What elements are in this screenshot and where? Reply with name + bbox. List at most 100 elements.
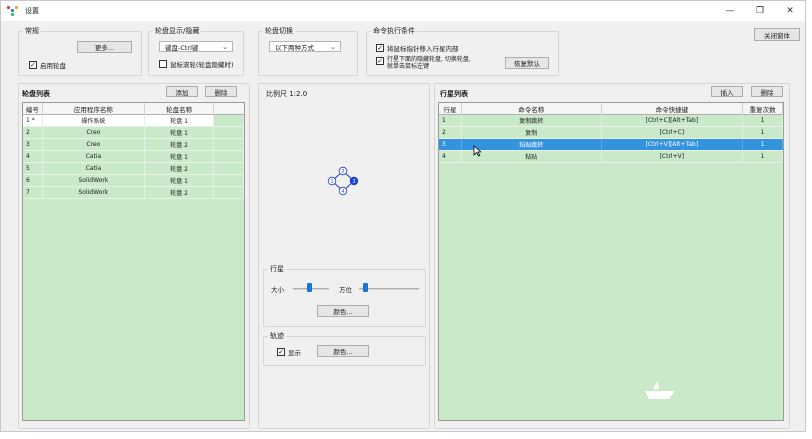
table-row[interactable]: 2 复制 [Ctrl+C] 1 — [439, 127, 783, 139]
table-row[interactable]: 4 粘贴 [Ctrl+V] 1 — [439, 151, 783, 163]
cell-repeat[interactable]: 1 — [743, 151, 783, 162]
insert-planet-button[interactable]: 插入 — [711, 86, 743, 97]
planet-group-label: 行星 — [268, 265, 286, 274]
planet-color-button[interactable]: 颜色... — [317, 305, 369, 317]
cell-shortcut[interactable]: [Ctrl+C] — [602, 127, 744, 138]
cell-app-name[interactable]: SolidWork — [43, 175, 145, 186]
planet-list-header: 行星 命令名称 命令快捷键 重复次数 — [439, 103, 783, 115]
wheel-switch-combo[interactable]: 以下两种方式 ⌄ — [269, 41, 341, 52]
chevron-down-icon: ⌄ — [330, 43, 336, 51]
mouse-wheel-check-box[interactable] — [159, 60, 167, 68]
cell-wheel-name[interactable]: 轮盘 1 — [145, 115, 215, 126]
pointer-inside-checkbox[interactable]: ✓ 将鼠标指针移入行星内部 — [376, 43, 459, 53]
cell-wheel-name[interactable]: 轮盘 2 — [145, 187, 215, 198]
column-header-spacer — [214, 103, 244, 115]
column-header-planet[interactable]: 行星 — [439, 103, 462, 115]
cell-app-name[interactable]: 操作系统 — [43, 115, 145, 126]
cell-wheel-name[interactable]: 轮盘 2 — [145, 163, 215, 174]
cell-planet-no[interactable]: 2 — [439, 127, 462, 138]
planet-node-2-label: 2 — [342, 169, 345, 175]
trail-show-checkbox[interactable]: ✓ 显示 — [277, 347, 301, 357]
cell-command-name[interactable]: 粘贴 — [462, 151, 602, 162]
cell-shortcut[interactable]: [Ctrl+C][Alt+Tab] — [602, 115, 744, 126]
cell-no[interactable]: 2 — [23, 127, 43, 138]
trail-group-label: 轨迹 — [268, 332, 286, 341]
azimuth-slider-track[interactable] — [359, 288, 419, 290]
column-header-no[interactable]: 编号 — [23, 103, 43, 115]
planet-list-grid: 行星 命令名称 命令快捷键 重复次数 1 复制跳转 [Ctrl+C][Alt+Tab… — [438, 102, 784, 421]
delete-planet-button[interactable]: 删除 — [751, 86, 783, 97]
wheel-list-title: 轮盘列表 — [22, 90, 50, 98]
cell-app-name[interactable]: SolidWork — [43, 187, 145, 198]
chevron-down-icon: ⌄ — [222, 43, 228, 51]
cell-shortcut[interactable]: [Ctrl+V][Alt+Tab] — [602, 139, 744, 150]
cell-no[interactable]: 5 — [23, 163, 43, 174]
planet-node-4-label: 4 — [342, 189, 345, 195]
cell-planet-no[interactable]: 4 — [439, 151, 462, 162]
cell-wheel-name[interactable]: 轮盘 1 — [145, 127, 215, 138]
trail-color-button[interactable]: 颜色... — [317, 345, 369, 357]
wheel-show-hide-combo[interactable]: 键盘-Ctrl键 ⌄ — [159, 41, 233, 52]
wheel-show-hide-group: 轮盘显示/隐藏 — [148, 27, 244, 76]
minimize-button[interactable]: — — [715, 1, 745, 21]
cell-app-name[interactable]: Catia — [43, 151, 145, 162]
cell-no[interactable]: 4 — [23, 151, 43, 162]
table-row[interactable]: 1 * 操作系统 轮盘 1 — [23, 115, 244, 127]
planet-group: 行星 — [263, 265, 426, 327]
table-row[interactable]: 3 粘贴跳转 [Ctrl+V][Alt+Tab] 1 — [439, 139, 783, 151]
column-header-repeat[interactable]: 重复次数 — [743, 103, 783, 115]
cell-planet-no[interactable]: 1 — [439, 115, 462, 126]
reset-default-button[interactable]: 恢复默认 — [505, 57, 549, 69]
left-click-check-box[interactable]: ✓ — [376, 57, 384, 65]
cell-shortcut[interactable]: [Ctrl+V] — [602, 151, 744, 162]
azimuth-slider-thumb[interactable] — [363, 283, 368, 292]
left-click-checkbox[interactable]: ✓ 行星下面的隐藏轮盘, 切换轮盘, 就单击鼠标左键 — [376, 56, 471, 70]
table-row[interactable]: 2 Creo 轮盘 1 — [23, 127, 244, 139]
column-header-shortcut[interactable]: 命令快捷键 — [602, 103, 744, 115]
enable-wheel-check-box[interactable]: ✓ — [29, 61, 37, 69]
cell-wheel-name[interactable]: 轮盘 1 — [145, 175, 215, 186]
more-button[interactable]: 更多... — [77, 41, 132, 53]
mouse-wheel-checkbox[interactable]: 鼠标滚轮(轮盘隐藏时) — [159, 59, 234, 69]
cell-wheel-name[interactable]: 轮盘 1 — [145, 151, 215, 162]
table-row[interactable]: 7 SolidWork 轮盘 2 — [23, 187, 244, 199]
cell-repeat[interactable]: 1 — [743, 115, 783, 126]
cell-app-name[interactable]: Creo — [43, 127, 145, 138]
trail-show-check-box[interactable]: ✓ — [277, 348, 285, 356]
cell-repeat[interactable]: 1 — [743, 127, 783, 138]
cell-no[interactable]: 6 — [23, 175, 43, 186]
wheel-preview-canvas: 2 1 3 4 — [265, 101, 425, 261]
wheel-switch-label: 轮盘切换 — [263, 27, 295, 36]
table-row[interactable]: 6 SolidWork 轮盘 1 — [23, 175, 244, 187]
table-row[interactable]: 3 Creo 轮盘 2 — [23, 139, 244, 151]
cell-no[interactable]: 3 — [23, 139, 43, 150]
cell-app-name[interactable]: Creo — [43, 139, 145, 150]
table-row[interactable]: 1 复制跳转 [Ctrl+C][Alt+Tab] 1 — [439, 115, 783, 127]
column-header-wheel[interactable]: 轮盘名称 — [145, 103, 215, 115]
delete-wheel-button[interactable]: 删除 — [205, 86, 237, 97]
cell-app-name[interactable]: Catia — [43, 163, 145, 174]
cell-wheel-name[interactable]: 轮盘 2 — [145, 139, 215, 150]
cell-command-name[interactable]: 复制 — [462, 127, 602, 138]
add-wheel-button[interactable]: 添加 — [166, 86, 198, 97]
cell-command-name[interactable]: 粘贴跳转 — [462, 139, 602, 150]
pointer-inside-check-box[interactable]: ✓ — [376, 44, 384, 52]
cell-spacer — [214, 163, 244, 174]
enable-wheel-checkbox[interactable]: ✓ 启用轮盘 — [29, 60, 66, 70]
maximize-button[interactable]: ❐ — [745, 1, 775, 21]
cell-repeat[interactable]: 1 — [743, 139, 783, 150]
cell-no[interactable]: 7 — [23, 187, 43, 198]
wheel-preview-svg: 2 1 3 4 — [327, 166, 359, 196]
cell-no[interactable]: 1 * — [23, 115, 43, 126]
trail-show-label: 显示 — [288, 349, 301, 357]
close-form-button[interactable]: 关闭窗体 — [754, 28, 800, 41]
close-window-button[interactable]: ✕ — [775, 1, 805, 21]
cell-planet-no[interactable]: 3 — [439, 139, 462, 150]
table-row[interactable]: 4 Catia 轮盘 1 — [23, 151, 244, 163]
command-condition-label: 命令执行条件 — [371, 27, 417, 36]
column-header-app[interactable]: 应用程序名称 — [43, 103, 145, 115]
table-row[interactable]: 5 Catia 轮盘 2 — [23, 163, 244, 175]
column-header-command-name[interactable]: 命令名称 — [462, 103, 602, 115]
cell-command-name[interactable]: 复制跳转 — [462, 115, 602, 126]
size-slider-thumb[interactable] — [307, 283, 313, 292]
